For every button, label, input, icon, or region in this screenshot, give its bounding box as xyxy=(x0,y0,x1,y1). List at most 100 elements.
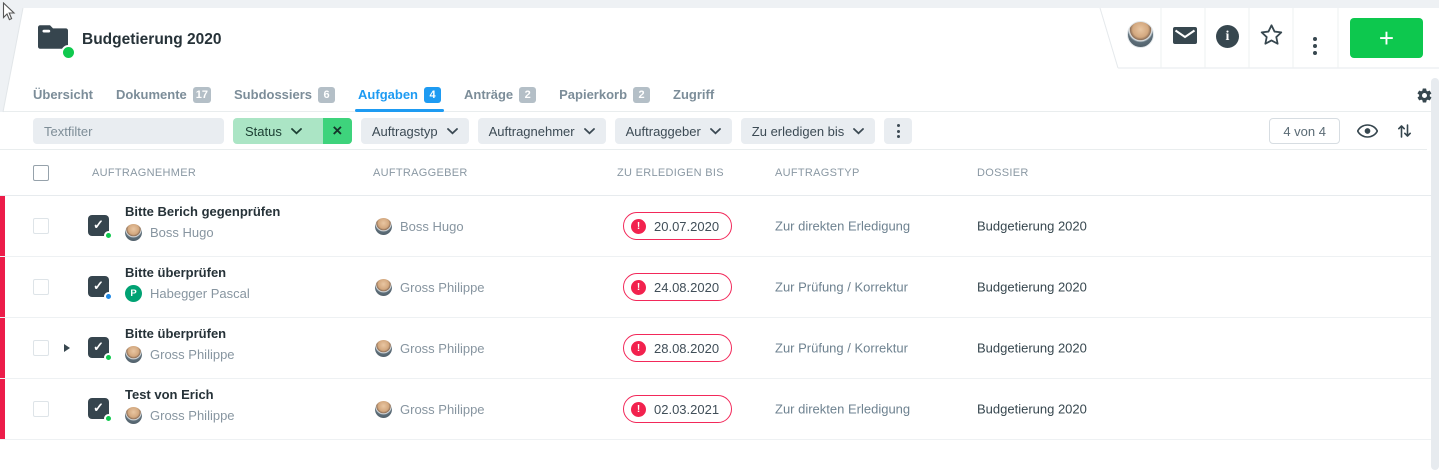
task-title: Bitte überprüfen xyxy=(125,326,235,341)
tab-label: Zugriff xyxy=(673,87,714,102)
tab-label: Subdossiers xyxy=(234,87,312,102)
expand-arrow-icon[interactable] xyxy=(64,344,70,352)
chevron-down-icon xyxy=(710,128,721,135)
assigner-avatar xyxy=(375,279,392,296)
assigner-name: Gross Philippe xyxy=(400,402,485,417)
task-title: Test von Erich xyxy=(125,387,235,402)
due-date: 20.07.2020 xyxy=(654,219,719,234)
task-type: Zur direkten Erledigung xyxy=(775,219,910,234)
row-checkbox[interactable] xyxy=(33,340,49,356)
task-check-glyph: ✓ xyxy=(93,278,104,293)
table-row[interactable]: ✓ Test von Erich Gross Philippe Gross Ph… xyxy=(0,379,1431,440)
filter-chip-zu-erledigen-bis[interactable]: Zu erledigen bis xyxy=(741,118,876,144)
mouse-cursor-icon xyxy=(2,2,18,22)
tab-dokumente[interactable]: Dokumente17 xyxy=(116,78,211,111)
settings-gear-icon[interactable] xyxy=(1416,87,1433,109)
overdue-exclamation-icon: ! xyxy=(631,402,646,417)
assignee-name: Habegger Pascal xyxy=(150,286,250,301)
info-glyph: i xyxy=(1226,29,1230,45)
assigner-avatar xyxy=(375,340,392,357)
task-type: Zur direkten Erledigung xyxy=(775,402,910,417)
column-header-zu-erledigen-bis[interactable]: ZU ERLEDIGEN BIS xyxy=(617,167,724,179)
task-check-glyph: ✓ xyxy=(93,400,104,415)
filter-bar: Status × Auftragstyp Auftragnehmer Auftrag… xyxy=(0,113,1427,150)
task-title: Bitte Berich gegenprüfen xyxy=(125,204,280,219)
due-date: 24.08.2020 xyxy=(654,280,719,295)
overdue-exclamation-icon: ! xyxy=(631,341,646,356)
page-background-strip xyxy=(0,0,1439,8)
task-check-glyph: ✓ xyxy=(93,217,104,232)
filter-chip-label: Status xyxy=(245,124,282,139)
filter-chip-auftraggeber[interactable]: Auftraggeber xyxy=(615,118,732,144)
add-button[interactable]: + xyxy=(1350,18,1423,58)
dossier-name: Budgetierung 2020 xyxy=(977,402,1087,417)
visibility-eye-icon[interactable] xyxy=(1357,124,1378,138)
tab-count-badge: 2 xyxy=(519,87,536,103)
filter-chip-auftragnehmer[interactable]: Auftragnehmer xyxy=(478,118,606,144)
dossier-status-dot xyxy=(61,45,76,60)
table-row[interactable]: ✓ Bitte überprüfen P Habegger Pascal Gro… xyxy=(0,257,1431,318)
column-header-auftragstyp[interactable]: AUFTRAGSTYP xyxy=(775,167,860,179)
column-header-dossier[interactable]: DOSSIER xyxy=(977,167,1029,179)
tab-subdossiers[interactable]: Subdossiers6 xyxy=(234,78,335,111)
task-status-dot xyxy=(104,292,113,301)
sort-icon[interactable] xyxy=(1397,123,1412,139)
due-date: 28.08.2020 xyxy=(654,341,719,356)
more-menu-icon[interactable] xyxy=(1313,37,1317,55)
tab-label: Anträge xyxy=(464,87,513,102)
assigner-avatar xyxy=(375,218,392,235)
assignee-avatar xyxy=(125,346,142,363)
text-filter-input[interactable] xyxy=(33,118,224,144)
clear-filter-icon[interactable]: × xyxy=(323,118,352,144)
task-icon: ✓ xyxy=(88,337,109,358)
task-title: Bitte überprüfen xyxy=(125,265,250,280)
tab-label: Dokumente xyxy=(116,87,187,102)
tab-papierkorb[interactable]: Papierkorb2 xyxy=(559,78,650,111)
favorite-star-icon[interactable] xyxy=(1259,23,1284,52)
task-icon: ✓ xyxy=(88,276,109,297)
task-type: Zur Prüfung / Korrektur xyxy=(775,341,908,356)
due-date-badge: ! 28.08.2020 xyxy=(623,334,732,362)
filter-chip-label: Auftraggeber xyxy=(626,124,701,139)
column-header-auftragnehmer[interactable]: AUFTRAGNEHMER xyxy=(92,167,196,179)
task-list: ✓ Bitte Berich gegenprüfen Boss Hugo Bos… xyxy=(0,196,1431,440)
filter-chip-status[interactable]: Status × xyxy=(233,118,352,144)
select-all-checkbox[interactable] xyxy=(33,165,49,181)
tab-aufgaben[interactable]: Aufgaben4 xyxy=(358,78,441,111)
overdue-stripe xyxy=(0,379,5,439)
filter-chip-auftragstyp[interactable]: Auftragstyp xyxy=(361,118,469,144)
task-type: Zur Prüfung / Korrektur xyxy=(775,280,908,295)
tab-bersicht[interactable]: Übersicht xyxy=(33,78,93,111)
overdue-stripe xyxy=(0,318,5,378)
chevron-down-icon xyxy=(291,128,302,135)
task-check-glyph: ✓ xyxy=(93,339,104,354)
tab-bar: Übersicht Dokumente17 Subdossiers6 Aufgaben… xyxy=(0,78,1431,112)
chevron-down-icon xyxy=(447,128,458,135)
chevron-down-icon xyxy=(853,128,864,135)
tab-zugriff[interactable]: Zugriff xyxy=(673,78,714,111)
tab-count-badge: 2 xyxy=(633,87,650,103)
filter-chip-label: Zu erledigen bis xyxy=(752,124,845,139)
column-header-auftraggeber[interactable]: AUFTRAGGEBER xyxy=(373,167,468,179)
row-checkbox[interactable] xyxy=(33,401,49,417)
vertical-scrollbar[interactable] xyxy=(1431,78,1439,470)
overdue-exclamation-icon: ! xyxy=(631,219,646,234)
row-checkbox[interactable] xyxy=(33,218,49,234)
more-filters-button[interactable] xyxy=(884,118,912,144)
task-status-dot xyxy=(104,414,113,423)
row-checkbox[interactable] xyxy=(33,279,49,295)
mail-icon[interactable] xyxy=(1173,27,1197,49)
due-date-badge: ! 24.08.2020 xyxy=(623,273,732,301)
assignee-avatar: P xyxy=(125,285,142,302)
dossier-name: Budgetierung 2020 xyxy=(977,219,1087,234)
info-icon[interactable]: i xyxy=(1216,25,1239,48)
table-row[interactable]: ✓ Bitte Berich gegenprüfen Boss Hugo Bos… xyxy=(0,196,1431,257)
tab-count-badge: 4 xyxy=(424,87,441,103)
user-avatar[interactable] xyxy=(1127,21,1154,48)
table-row[interactable]: ✓ Bitte überprüfen Gross Philippe Gross … xyxy=(0,318,1431,379)
tab-antr-ge[interactable]: Anträge 2 xyxy=(464,78,536,111)
due-date: 02.03.2021 xyxy=(654,402,719,417)
assignee-avatar xyxy=(125,224,142,241)
assigner-name: Boss Hugo xyxy=(400,219,464,234)
assignee-name: Gross Philippe xyxy=(150,347,235,362)
